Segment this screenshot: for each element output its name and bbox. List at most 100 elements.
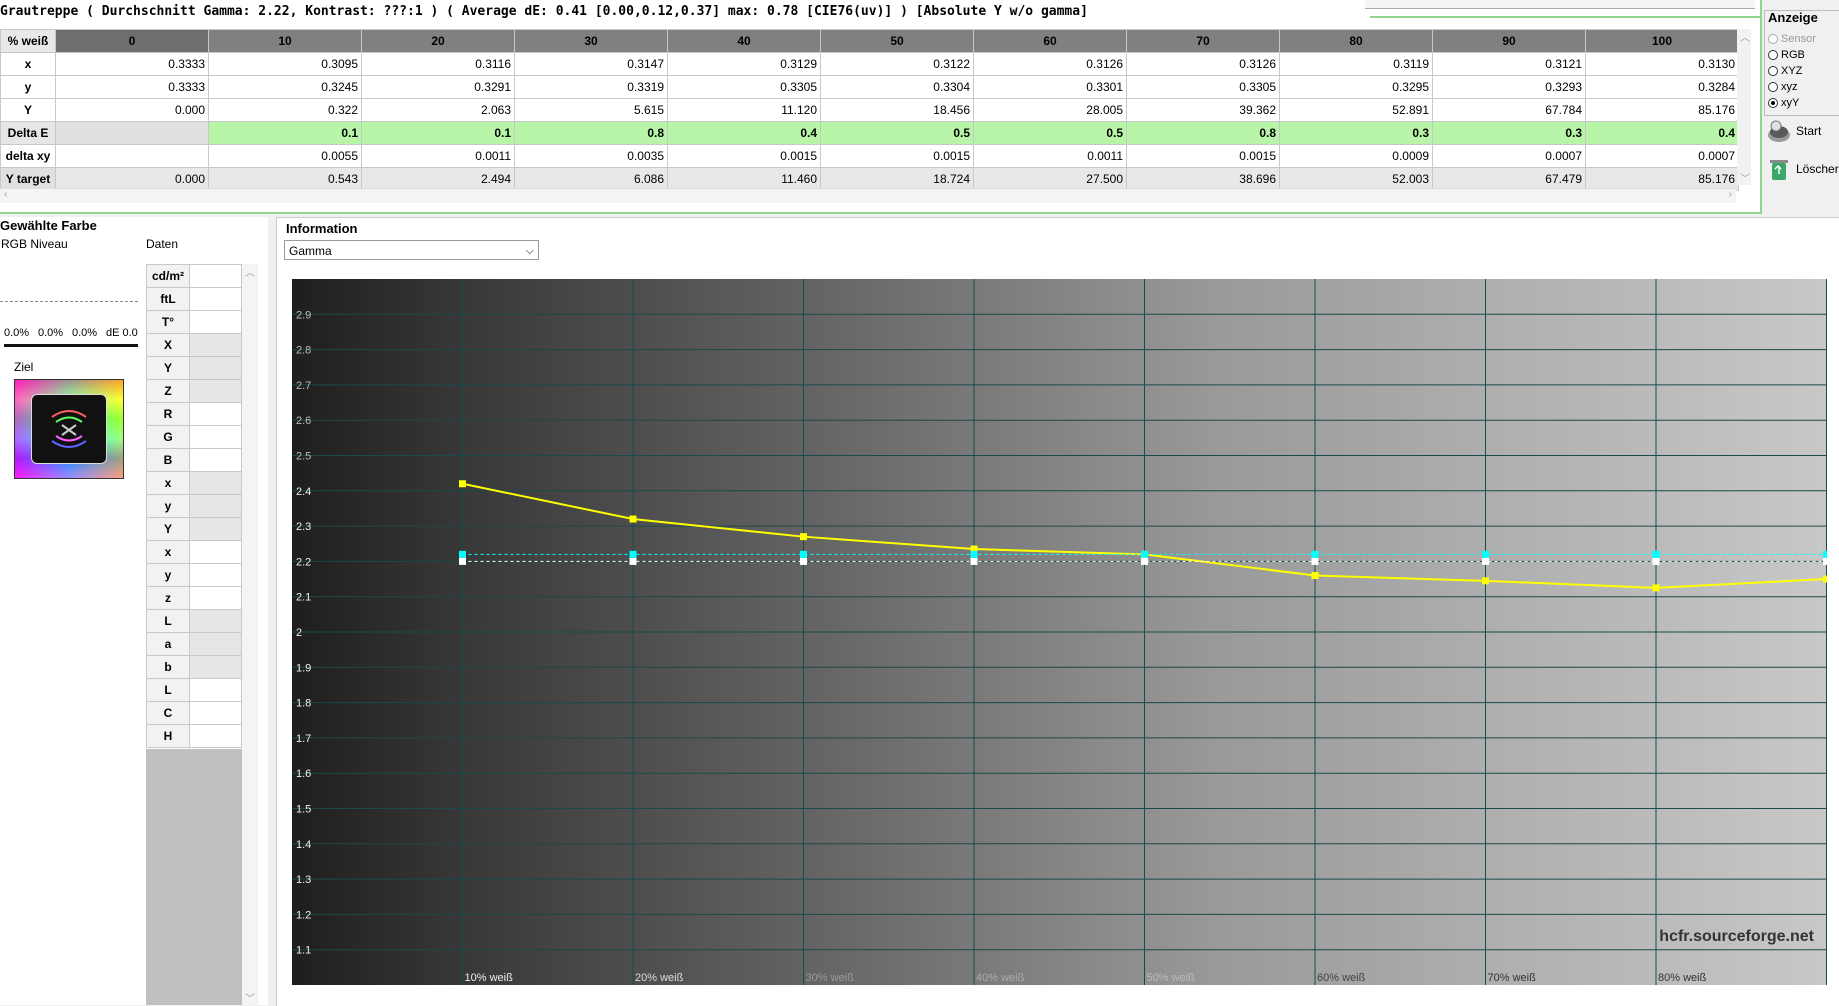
table-cell[interactable]: 0.3284 bbox=[1585, 75, 1739, 99]
graph-type-select[interactable]: Gamma ⌵ bbox=[284, 240, 539, 260]
table-cell[interactable]: 2.063 bbox=[361, 98, 515, 122]
table-cell[interactable]: 28.005 bbox=[973, 98, 1127, 122]
table-cell[interactable]: 0.8 bbox=[1126, 121, 1280, 145]
series-point-1[interactable] bbox=[1141, 550, 1148, 558]
table-cell[interactable]: 0.0055 bbox=[208, 144, 362, 168]
series-point-1[interactable] bbox=[629, 550, 637, 558]
table-cell[interactable]: 0.3095 bbox=[208, 52, 362, 76]
scroll-left-icon[interactable]: ‹ bbox=[4, 189, 7, 200]
anzeige-option-sensor[interactable]: Sensor bbox=[1768, 33, 1816, 45]
series-point-0[interactable] bbox=[459, 480, 466, 488]
radio-icon[interactable] bbox=[1768, 66, 1778, 76]
series-point-0[interactable] bbox=[800, 533, 807, 541]
scroll-up-icon[interactable]: ︿ bbox=[1740, 29, 1750, 44]
table-cell[interactable]: 0.3291 bbox=[361, 75, 515, 99]
table-cell[interactable]: 0.3245 bbox=[208, 75, 362, 99]
series-point-2[interactable] bbox=[1652, 557, 1660, 565]
start-button[interactable]: Start bbox=[1766, 118, 1821, 144]
table-cell[interactable]: 0.322 bbox=[208, 98, 362, 122]
gamma-chart[interactable]: 2.9 2.8 2.7 2.6 2.5 2.4 2.3 2.2 2.1 2 1.9 1.8 1.7 1.6… bbox=[292, 279, 1827, 985]
series-point-1[interactable] bbox=[1311, 550, 1319, 558]
daten-vertical-scrollbar[interactable]: ︿ ﹀ bbox=[242, 264, 258, 1005]
table-column-header[interactable]: 70 bbox=[1126, 29, 1280, 53]
series-point-1[interactable] bbox=[1652, 550, 1660, 558]
table-cell[interactable]: 0.3 bbox=[1432, 121, 1586, 145]
series-point-2[interactable] bbox=[459, 557, 466, 565]
table-cell[interactable]: 0.0009 bbox=[1279, 144, 1433, 168]
table-cell[interactable]: 0.8 bbox=[514, 121, 668, 145]
series-point-0[interactable] bbox=[1823, 575, 1827, 583]
table-column-header[interactable]: 30 bbox=[514, 29, 668, 53]
series-point-2[interactable] bbox=[1141, 557, 1148, 565]
table-cell[interactable]: 0.0015 bbox=[1126, 144, 1280, 168]
series-point-1[interactable] bbox=[1823, 550, 1827, 558]
table-cell[interactable]: 52.891 bbox=[1279, 98, 1433, 122]
radio-icon[interactable] bbox=[1768, 50, 1778, 60]
table-cell[interactable]: 0.3305 bbox=[667, 75, 821, 99]
table-cell[interactable]: 85.176 bbox=[1585, 98, 1739, 122]
scroll-up-icon[interactable]: ︿ bbox=[245, 264, 255, 279]
table-column-header[interactable]: 80 bbox=[1279, 29, 1433, 53]
table-cell[interactable]: 0.3147 bbox=[514, 52, 668, 76]
table-cell[interactable]: 0.000 bbox=[55, 98, 209, 122]
table-cell[interactable]: 0.5 bbox=[973, 121, 1127, 145]
series-point-0[interactable] bbox=[1652, 584, 1660, 592]
table-cell[interactable]: 0.3 bbox=[1279, 121, 1433, 145]
table-cell[interactable]: 0.3126 bbox=[973, 52, 1127, 76]
table-cell[interactable]: 0.0011 bbox=[973, 144, 1127, 168]
anzeige-option-xyy[interactable]: xyY bbox=[1768, 97, 1799, 109]
table-column-header[interactable]: 0 bbox=[55, 29, 209, 53]
series-point-2[interactable] bbox=[970, 557, 978, 565]
table-cell[interactable]: 0.4 bbox=[667, 121, 821, 145]
anzeige-option-xyz[interactable]: XYZ bbox=[1768, 65, 1802, 77]
table-cell[interactable]: 0.3121 bbox=[1432, 52, 1586, 76]
scroll-down-icon[interactable]: ﹀ bbox=[1740, 170, 1750, 185]
table-cell[interactable]: 0.5 bbox=[820, 121, 974, 145]
table-column-header[interactable]: 100 bbox=[1585, 29, 1739, 53]
radio-icon[interactable] bbox=[1768, 82, 1778, 92]
table-cell[interactable]: 0.3304 bbox=[820, 75, 974, 99]
table-cell[interactable]: 0.3129 bbox=[667, 52, 821, 76]
table-column-header[interactable]: 50 bbox=[820, 29, 974, 53]
table-cell[interactable]: 0.0015 bbox=[667, 144, 821, 168]
table-cell[interactable]: 0.0007 bbox=[1432, 144, 1586, 168]
table-cell[interactable]: 0.3333 bbox=[55, 75, 209, 99]
table-column-header[interactable]: 40 bbox=[667, 29, 821, 53]
series-point-1[interactable] bbox=[459, 550, 466, 558]
loeschen-button[interactable]: Löscher bbox=[1766, 156, 1839, 182]
table-column-header[interactable]: 10 bbox=[208, 29, 362, 53]
table-cell[interactable]: 0.4 bbox=[1585, 121, 1739, 145]
series-point-2[interactable] bbox=[629, 557, 637, 565]
table-cell[interactable]: 0.3319 bbox=[514, 75, 668, 99]
table-cell[interactable]: 0.3333 bbox=[55, 52, 209, 76]
scroll-right-icon[interactable]: › bbox=[1729, 189, 1732, 200]
series-point-2[interactable] bbox=[800, 557, 807, 565]
radio-icon[interactable] bbox=[1768, 98, 1778, 108]
series-point-2[interactable] bbox=[1482, 557, 1489, 565]
table-cell[interactable]: 0.3116 bbox=[361, 52, 515, 76]
series-point-0[interactable] bbox=[629, 515, 637, 523]
table-vertical-scrollbar[interactable]: ︿ ﹀ bbox=[1737, 29, 1751, 185]
series-point-2[interactable] bbox=[1823, 557, 1827, 565]
table-column-header[interactable]: 60 bbox=[973, 29, 1127, 53]
series-point-2[interactable] bbox=[1311, 557, 1319, 565]
table-cell[interactable]: 67.784 bbox=[1432, 98, 1586, 122]
scroll-down-icon[interactable]: ﹀ bbox=[245, 990, 255, 1005]
table-cell[interactable] bbox=[55, 121, 209, 145]
table-column-header[interactable]: 20 bbox=[361, 29, 515, 53]
table-cell[interactable]: 0.0007 bbox=[1585, 144, 1739, 168]
series-point-0[interactable] bbox=[1311, 572, 1319, 580]
anzeige-option-xyz[interactable]: xyz bbox=[1768, 81, 1798, 93]
series-point-0[interactable] bbox=[1482, 577, 1489, 585]
table-cell[interactable]: 0.0035 bbox=[514, 144, 668, 168]
table-cell[interactable]: 0.3130 bbox=[1585, 52, 1739, 76]
table-cell[interactable]: 0.3293 bbox=[1432, 75, 1586, 99]
anzeige-option-rgb[interactable]: RGB bbox=[1768, 49, 1805, 61]
series-point-1[interactable] bbox=[1482, 550, 1489, 558]
measurement-table[interactable]: % weiß 0 10 20 30 40 50 60 70 80 90 100 x 0.3333 0.309… bbox=[0, 29, 1739, 191]
series-point-1[interactable] bbox=[970, 550, 978, 558]
table-cell[interactable]: 0.1 bbox=[361, 121, 515, 145]
table-cell[interactable]: 0.3301 bbox=[973, 75, 1127, 99]
table-cell[interactable]: 39.362 bbox=[1126, 98, 1280, 122]
series-point-1[interactable] bbox=[800, 550, 807, 558]
